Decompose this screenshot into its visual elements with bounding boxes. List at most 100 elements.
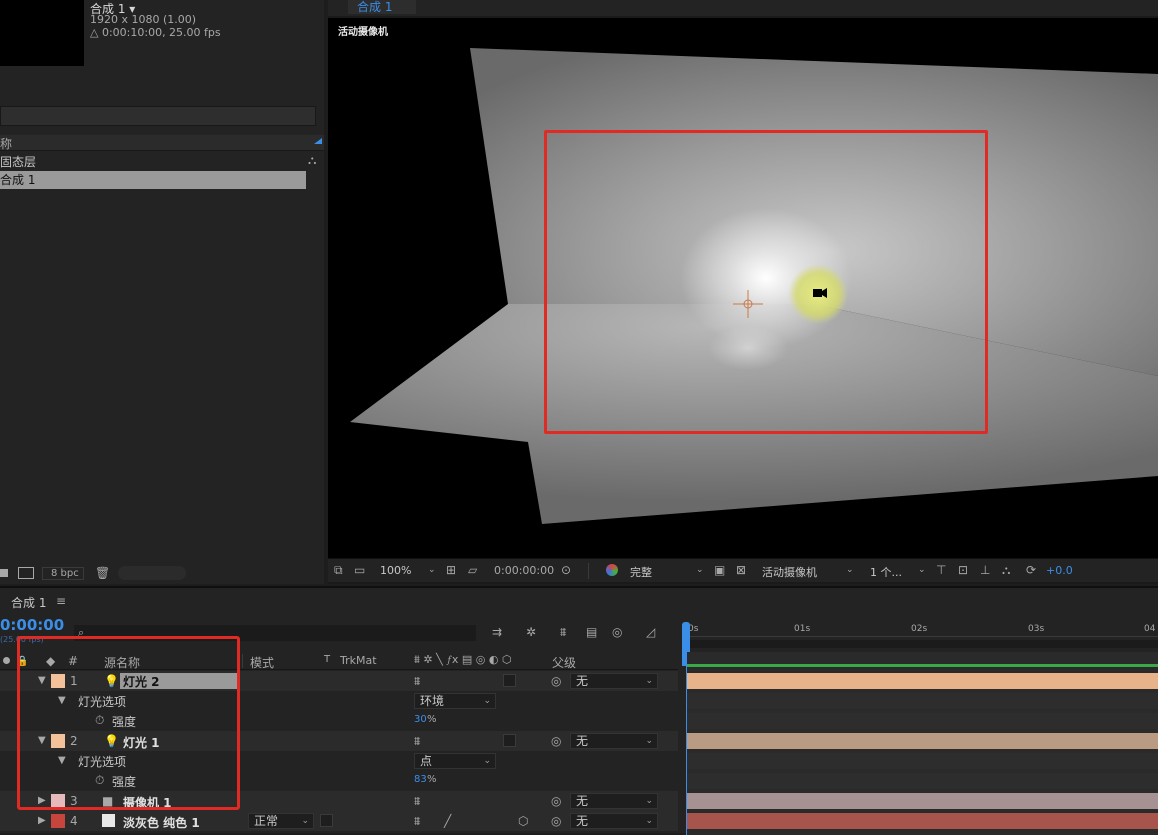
layer-name[interactable]: 淡灰色 纯色 1: [123, 814, 200, 831]
timeline-comp-tab[interactable]: 合成 1: [11, 594, 46, 611]
property-track: [686, 773, 1158, 789]
panel-menu-icon[interactable]: ≡: [56, 594, 66, 608]
light-type-dropdown[interactable]: 点 ⌄: [414, 753, 496, 769]
intensity-value[interactable]: 30: [414, 714, 427, 725]
divider: [588, 563, 589, 579]
pickwhip-icon[interactable]: ◎: [551, 795, 561, 807]
intensity-unit: %: [427, 714, 437, 725]
shy-switch-icon[interactable]: ⩩: [414, 735, 420, 747]
project-item-folder[interactable]: 固态层: [0, 153, 36, 170]
property-track: [686, 753, 1158, 769]
fit-icon[interactable]: ⊞: [446, 564, 456, 576]
flowchart-icon[interactable]: ⛬: [1002, 564, 1010, 576]
parent-dropdown[interactable]: 无 ⌄: [570, 733, 658, 749]
layer-duration-bar[interactable]: [686, 673, 1158, 689]
intensity-unit: %: [427, 774, 437, 785]
new-folder-icon[interactable]: [18, 567, 34, 579]
highlight-box-viewer: [544, 130, 988, 434]
toggle-pixel-aspect-icon[interactable]: ⊤: [936, 564, 946, 576]
intensity-value[interactable]: 83: [414, 774, 427, 785]
draft-3d-icon[interactable]: ✲: [526, 626, 536, 638]
shy-switch-icon[interactable]: ⩩: [414, 815, 420, 827]
flowchart-icon[interactable]: ⛬: [308, 154, 316, 166]
light-type-value: 点: [420, 754, 433, 768]
3d-layer-switch[interactable]: [503, 674, 516, 687]
layer-duration-bar[interactable]: [686, 733, 1158, 749]
project-scrollbar[interactable]: [118, 566, 186, 580]
layer-duration-bar[interactable]: [686, 793, 1158, 809]
parent-header: 父级: [552, 656, 577, 670]
label-color-swatch[interactable]: [51, 814, 65, 828]
pickwhip-icon[interactable]: ◎: [551, 675, 561, 687]
3d-cube-icon[interactable]: ⬡: [518, 815, 528, 827]
zoom-dropdown[interactable]: 100%: [380, 564, 411, 577]
layer-row[interactable]: ▶ 4 淡灰色 纯色 1 正常 ⌄ ⩩ ╱ ⬡ ◎ 无 ⌄: [0, 811, 678, 831]
pickwhip-icon[interactable]: ◎: [551, 815, 561, 827]
layer-bars-area[interactable]: [686, 652, 1158, 835]
current-time-display[interactable]: 0:00:00: [0, 616, 64, 634]
comp-duration: △ 0:00:10:00, 25.00 fps: [90, 26, 221, 39]
always-preview-icon[interactable]: ⧉: [334, 564, 343, 576]
property-track: [686, 713, 1158, 729]
viewer-comp-tab[interactable]: 合成 1: [348, 0, 416, 14]
fast-preview-icon[interactable]: ⊡: [958, 564, 968, 576]
trash-icon[interactable]: 🗑: [95, 567, 110, 579]
reset-exposure-icon[interactable]: ⟳: [1026, 564, 1036, 576]
shy-switch-icon[interactable]: ⩩: [414, 675, 420, 687]
3d-view-dropdown[interactable]: 活动摄像机: [762, 564, 817, 580]
mask-icon[interactable]: ▱: [468, 564, 477, 576]
exposure-value[interactable]: +0.0: [1046, 564, 1073, 577]
snapshot-camera-icon[interactable]: ⊙: [561, 564, 571, 576]
layer-number: 4: [70, 814, 78, 828]
graph-editor-icon[interactable]: ◿: [646, 626, 655, 638]
chevron-down-icon[interactable]: ⌄: [696, 565, 704, 575]
work-area-bar[interactable]: [682, 640, 1158, 648]
project-footer: 8 bpc 🗑: [0, 563, 324, 583]
chevron-down-icon[interactable]: ⌄: [428, 565, 436, 575]
viewer-timecode[interactable]: 0:00:00:00: [494, 564, 554, 577]
property-track: [686, 693, 1158, 709]
project-search-input[interactable]: [0, 106, 316, 126]
collapse-triangle-icon[interactable]: ▶: [38, 815, 46, 826]
color-channel-icon[interactable]: [606, 564, 618, 576]
solid-icon: [102, 814, 115, 827]
project-item-comp[interactable]: 合成 1: [0, 171, 306, 189]
playhead-line: [686, 652, 687, 835]
shy-layers-icon[interactable]: ⩩: [560, 626, 566, 638]
composition-mini-flowchart-icon[interactable]: ⇉: [492, 626, 502, 638]
chevron-down-icon[interactable]: ⌄: [846, 565, 854, 575]
parent-dropdown[interactable]: 无 ⌄: [570, 793, 658, 809]
interpret-footage-icon[interactable]: [0, 569, 8, 577]
3d-layer-switch[interactable]: [503, 734, 516, 747]
parent-dropdown[interactable]: 无 ⌄: [570, 673, 658, 689]
frame-blending-icon[interactable]: ▤: [586, 626, 597, 638]
display-icon[interactable]: ▭: [354, 564, 365, 576]
blend-mode-dropdown[interactable]: 正常 ⌄: [248, 813, 314, 829]
transparency-grid-icon[interactable]: ⊠: [736, 564, 746, 576]
timeline-icon[interactable]: ⊥: [980, 564, 990, 576]
preserve-transparency-switch[interactable]: [320, 814, 333, 827]
parent-value: 无: [576, 814, 589, 828]
chevron-down-icon[interactable]: ⌄: [918, 565, 926, 575]
time-ruler[interactable]: 0s 01s 02s 03s 04: [682, 620, 1158, 648]
motion-blur-icon[interactable]: ◎: [612, 626, 622, 638]
chevron-down-icon: ⌄: [645, 676, 653, 686]
av-features-icon[interactable]: [3, 657, 10, 664]
layer-duration-bar[interactable]: [686, 813, 1158, 829]
resolution-dropdown[interactable]: 完整: [630, 564, 652, 580]
light-type-dropdown[interactable]: 环境 ⌄: [414, 693, 496, 709]
shy-switch-icon[interactable]: ⩩: [414, 795, 420, 807]
project-column-header: 称: [0, 135, 324, 151]
bpc-button[interactable]: 8 bpc: [42, 567, 84, 580]
view-layout-dropdown[interactable]: 1 个...: [870, 564, 902, 580]
trkmat-header: TrkMat: [340, 654, 377, 667]
ruler-line: [682, 636, 1158, 637]
comp-thumbnail: [0, 0, 84, 66]
chevron-down-icon: ⌄: [483, 696, 491, 706]
pickwhip-icon[interactable]: ◎: [551, 735, 561, 747]
region-of-interest-icon[interactable]: ▣: [714, 564, 725, 576]
name-column-label[interactable]: 称: [0, 135, 12, 152]
quality-icon[interactable]: ╱: [444, 815, 451, 827]
switches-header-icons: ⩩ ✲ ╲ 𝑓x ▤ ◎ ◐ ⬡: [414, 653, 512, 666]
parent-dropdown[interactable]: 无 ⌄: [570, 813, 658, 829]
